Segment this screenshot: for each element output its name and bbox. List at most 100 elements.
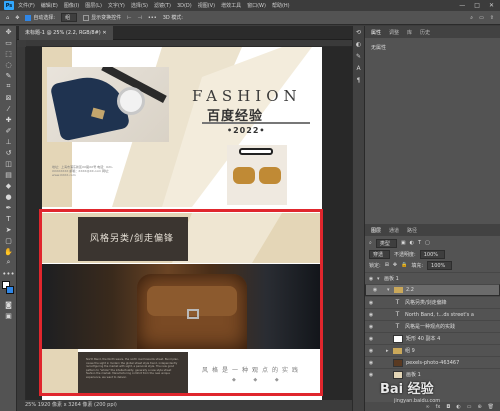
menu-item-image[interactable]: 图像(I) [64,2,79,9]
crop-tool-icon[interactable]: ⌗ [0,81,17,92]
opacity-input[interactable]: 100% [419,249,445,259]
align-center-icon[interactable]: ⊣ [137,15,141,21]
menu-item-type[interactable]: 文字(Y) [108,2,125,9]
tab-channels[interactable]: 通道 [389,227,399,234]
lasso-tool-icon[interactable]: ◌ [0,59,17,70]
healing-tool-icon[interactable]: ✚ [0,114,17,125]
chevron-down-icon[interactable]: ▾ [387,286,394,294]
layer-row[interactable]: ◉ ▾ 画板 1 [365,272,500,284]
adjust-icon[interactable]: ◐ [353,38,364,50]
layer-row[interactable]: ◉ ▾ 2.2 [365,284,500,296]
align-left-icon[interactable]: ⊢ [127,15,131,21]
show-transform-checkbox[interactable] [83,14,90,21]
type-tool-icon[interactable]: T [0,213,17,224]
path-select-tool-icon[interactable]: ➤ [0,224,17,235]
chevron-right-icon[interactable]: ▸ [386,348,393,354]
screen-mode-icon[interactable]: ▣ [0,310,17,321]
zoom-tool-icon[interactable]: ⌕ [0,257,17,268]
tab-history[interactable]: 历史 [420,29,430,36]
eyedropper-tool-icon[interactable]: ⁄ [0,103,17,114]
auto-select-dropdown[interactable]: 组 [61,13,78,22]
layer-row[interactable]: ◉ 矩形 40 副本 4 [365,332,500,344]
character-icon[interactable]: A [353,62,364,74]
history-icon[interactable]: ⟲ [353,26,364,38]
hand-tool-icon[interactable]: ✋ [0,246,17,257]
brush-settings-icon[interactable]: ✎ [353,50,364,62]
visibility-eye-icon[interactable]: ◉ [369,286,381,294]
auto-select-checkbox[interactable] [25,14,32,21]
new-group-icon[interactable]: ▭ [467,404,472,410]
tab-adjustments[interactable]: 调整 [389,29,399,36]
paragraph-icon[interactable]: ¶ [353,74,364,86]
visibility-eye-icon[interactable]: ◉ [365,360,377,366]
workspace-icon[interactable]: ▭ [479,15,484,21]
mask-icon[interactable]: ◘ [446,404,450,410]
visibility-eye-icon[interactable]: ◉ [365,312,377,318]
layer-row[interactable]: ◉ T North Band, t...ds street's a [365,308,500,320]
menu-item-view[interactable]: 视图(V) [198,2,215,9]
visibility-eye-icon[interactable]: ◉ [365,276,377,282]
menu-item-window[interactable]: 窗口(W) [247,2,266,9]
brush-tool-icon[interactable]: ✐ [0,125,17,136]
menu-item-plugins[interactable]: 增效工具 [221,2,241,9]
show-transform-option[interactable]: 显示变换控件 [83,14,121,21]
gradient-tool-icon[interactable]: ▤ [0,169,17,180]
pen-tool-icon[interactable]: ✒ [0,202,17,213]
menu-item-select[interactable]: 选择(S) [131,2,148,9]
more-options-icon[interactable]: ••• [148,15,157,21]
share-icon[interactable]: ⇪ [490,15,494,21]
visibility-eye-icon[interactable]: ◉ [365,336,377,342]
chevron-down-icon[interactable]: ▾ [377,276,384,282]
canvas-workspace[interactable]: FASHION 百度经验 •2022• 地址：上海市浦东新区XX路XX号 电话：… [26,47,352,400]
home-icon[interactable]: ⌂ [6,15,9,21]
filter-type-icon[interactable]: T [418,240,421,246]
fx-icon[interactable]: fx [436,404,441,410]
menu-item-help[interactable]: 帮助(H) [272,2,290,9]
layer-filter-dropdown[interactable]: 类型 [375,238,397,248]
tab-layers[interactable]: 图层 [371,227,381,234]
layer-row[interactable]: ◉ T 风格另类/剑走偏锋 [365,296,500,308]
frame-tool-icon[interactable]: ⊠ [0,92,17,103]
minimize-button[interactable]: — [459,2,465,9]
layer-row[interactable]: ◉ pexels-photo-463467 [365,356,500,368]
filter-adjust-icon[interactable]: ◐ [410,240,414,246]
tab-libraries[interactable]: 库 [407,29,412,36]
lock-position-icon[interactable]: ✥ [393,262,397,268]
fill-input[interactable]: 100% [427,260,453,270]
layer-row[interactable]: ◉ T 风格是一种观点的实践 [365,320,500,332]
visibility-eye-icon[interactable]: ◉ [365,372,377,378]
background-color-swatch[interactable] [6,286,14,294]
lock-all-icon[interactable]: 🔒 [401,262,407,268]
eraser-tool-icon[interactable]: ◫ [0,158,17,169]
visibility-eye-icon[interactable]: ◉ [365,324,377,330]
new-layer-icon[interactable]: ⊕ [477,404,481,410]
move-tool-icon[interactable]: ✥ [0,26,17,37]
document-tab[interactable]: 未标题-1 @ 25% (2.2, RGB/8#) ✕ [19,26,113,40]
trash-icon[interactable]: 🗑 [488,404,494,410]
filter-shape-icon[interactable]: ▢ [425,240,430,246]
filter-pixel-icon[interactable]: ▣ [401,240,406,246]
tab-properties[interactable]: 属性 [371,29,381,36]
tab-paths[interactable]: 路径 [407,227,417,234]
visibility-eye-icon[interactable]: ◉ [365,348,377,354]
shape-tool-icon[interactable]: ▢ [0,235,17,246]
menu-item-layer[interactable]: 图层(L) [85,2,102,9]
quick-select-tool-icon[interactable]: ✎ [0,70,17,81]
menu-item-3d[interactable]: 3D(D) [177,3,192,9]
link-layers-icon[interactable]: ∞ [425,404,429,410]
marquee-tool-icon[interactable]: ⬚ [0,48,17,59]
search-icon[interactable]: ⌕ [470,15,473,21]
menu-item-file[interactable]: 文件(F) [18,2,35,9]
blur-tool-icon[interactable]: ◆ [0,180,17,191]
blend-mode-dropdown[interactable]: 穿透 [369,249,391,259]
lock-pixels-icon[interactable]: ⊞ [385,262,389,268]
more-tools-icon[interactable]: ••• [0,268,17,279]
maximize-button[interactable]: □ [474,2,480,9]
artboard-tool-icon[interactable]: ▭ [0,37,17,48]
layer-row[interactable]: ◉ ▸ 组 9 [365,344,500,356]
stamp-tool-icon[interactable]: ⊥ [0,136,17,147]
quick-mask-icon[interactable]: ◙ [0,299,17,310]
move-tool-icon[interactable]: ✥ [15,15,19,21]
menu-item-filter[interactable]: 滤镜(T) [154,2,171,9]
adjustment-layer-icon[interactable]: ◐ [456,404,460,410]
